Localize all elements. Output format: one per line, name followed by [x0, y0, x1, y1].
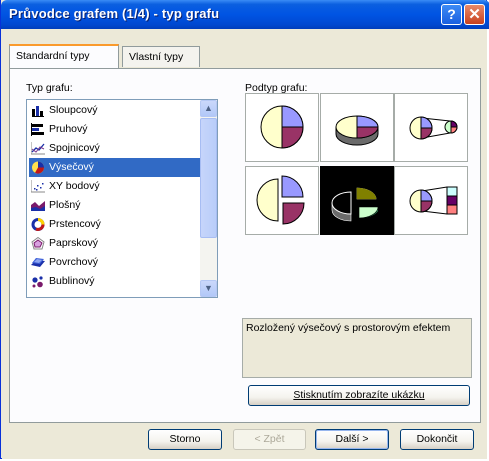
subtype-gallery — [234, 93, 468, 235]
bar-chart-icon — [31, 123, 44, 136]
scroll-up-button[interactable]: ▲ — [200, 100, 217, 117]
dialog-window: Průvodce grafem (1/4) - typ grafu ? ✕ St… — [0, 0, 489, 459]
list-item-label: Paprskový — [49, 237, 99, 249]
exploded-pie-subtype-icon — [256, 175, 305, 225]
help-button[interactable]: ? — [441, 4, 462, 25]
dialog-body: Standardní typy Vlastní typy Typ grafu: … — [2, 29, 487, 459]
bar-of-pie-subtype-icon — [409, 186, 458, 215]
pie-3d-subtype-icon — [335, 115, 379, 146]
window-title: Průvodce grafem (1/4) - typ grafu — [9, 6, 220, 21]
finish-label: Dokončit — [416, 433, 458, 445]
subtype-pie-of-pie[interactable] — [394, 93, 468, 162]
title-bar[interactable]: Průvodce grafem (1/4) - typ grafu ? ✕ — [1, 0, 489, 29]
chart-type-label: Typ grafu: — [26, 82, 73, 94]
finish-button[interactable]: Dokončit — [400, 429, 474, 450]
list-item-label: Povrchový — [49, 256, 99, 268]
tab-label: Vlastní typy — [129, 51, 184, 63]
pie-subtype-icon — [260, 105, 304, 149]
cancel-button[interactable]: Storno — [148, 429, 222, 450]
pie-chart-icon — [32, 161, 44, 174]
list-item-label: Plošný — [49, 199, 81, 211]
next-label: Další > — [335, 433, 369, 445]
doughnut-chart-icon — [31, 218, 45, 231]
cancel-label: Storno — [169, 433, 201, 445]
list-item[interactable]: Plošný — [29, 196, 201, 215]
list-item-label: Výsečový — [49, 161, 94, 173]
subtype-exploded-pie-3d[interactable] — [320, 166, 394, 235]
list-item[interactable]: Povrchový — [29, 253, 201, 272]
list-item-label: Sloupcový — [49, 104, 98, 116]
close-icon: ✕ — [468, 6, 481, 23]
column-chart-icon — [32, 106, 44, 117]
list-item-label: Prstencový — [49, 218, 101, 230]
chevron-up-icon: ▲ — [204, 103, 213, 113]
list-item[interactable]: Spojnicový — [29, 139, 201, 158]
list-item[interactable]: Pruhový — [29, 120, 201, 139]
back-button[interactable]: < Zpět — [233, 429, 306, 450]
tab-label: Standardní typy — [16, 50, 90, 62]
list-item[interactable]: Paprskový — [29, 234, 201, 253]
chevron-down-icon: ▼ — [204, 283, 213, 293]
bubble-chart-icon — [32, 276, 43, 288]
list-item-label: Pruhový — [49, 123, 88, 135]
back-label: < Zpět — [254, 433, 285, 445]
subtype-description: Rozložený výsečový s prostorovým efektem — [242, 318, 472, 378]
tab-standard-types[interactable]: Standardní typy — [9, 44, 119, 68]
list-item[interactable]: Sloupcový — [29, 101, 201, 120]
list-item-label: Bublinový — [49, 275, 95, 287]
scroll-down-button[interactable]: ▼ — [200, 280, 217, 297]
list-item[interactable]: Prstencový — [29, 215, 201, 234]
pie-of-pie-subtype-icon — [409, 116, 458, 140]
preview-button-label: Stisknutím zobrazíte ukázku — [293, 389, 425, 401]
subtype-pie[interactable] — [245, 93, 319, 162]
subtype-bar-of-pie[interactable] — [394, 166, 468, 235]
radar-chart-icon — [31, 237, 45, 250]
surface-chart-icon — [31, 258, 45, 267]
chart-type-list[interactable]: Sloupcový Pruhový Spojnicový Výsečový XY… — [26, 99, 218, 298]
area-chart-icon — [31, 201, 45, 211]
list-item-selected[interactable]: Výsečový — [29, 158, 201, 177]
preview-button[interactable]: Stisknutím zobrazíte ukázku — [248, 385, 470, 406]
vertical-scrollbar[interactable]: ▲ ▼ — [200, 100, 217, 297]
list-item-label: XY bodový — [49, 180, 100, 192]
subtype-exploded-pie[interactable] — [245, 166, 319, 235]
list-item[interactable]: Bublinový — [29, 272, 201, 291]
help-icon: ? — [447, 6, 456, 22]
scatter-chart-icon — [31, 180, 45, 193]
exploded-pie-3d-subtype-icon — [331, 187, 379, 222]
line-chart-icon — [31, 142, 45, 155]
list-item[interactable]: XY bodový — [29, 177, 201, 196]
tab-custom-types[interactable]: Vlastní typy — [122, 46, 200, 67]
scroll-thumb[interactable] — [200, 118, 217, 238]
close-button[interactable]: ✕ — [464, 4, 485, 25]
list-item-label: Spojnicový — [49, 142, 100, 154]
next-button[interactable]: Další > — [315, 429, 389, 450]
subtype-pie-3d[interactable] — [320, 93, 394, 162]
